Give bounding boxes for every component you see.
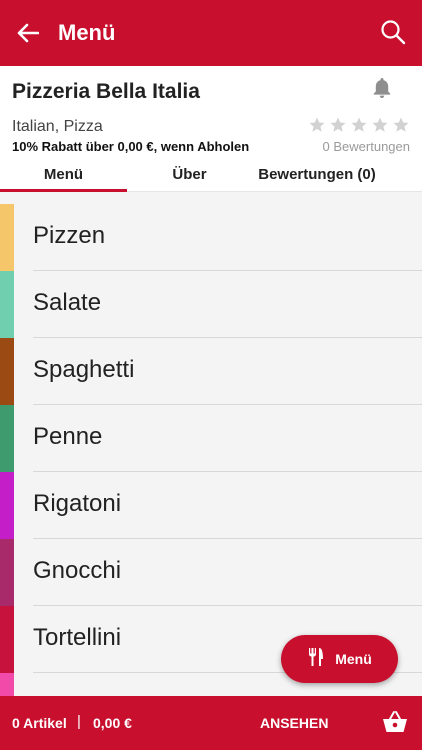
category-item[interactable]: Spaghetti: [0, 338, 422, 405]
discount-text: 10% Rabatt über 0,00 €, wenn Abholen: [12, 139, 250, 154]
tab-reviews[interactable]: Bewertungen (0): [252, 156, 382, 192]
category-color-bar: [0, 539, 14, 606]
category-label: Spaghetti: [33, 356, 135, 383]
tab-menu[interactable]: Menü: [0, 156, 127, 192]
category-color-bar: [0, 271, 14, 338]
basket-icon[interactable]: [382, 710, 408, 734]
cart-bar[interactable]: 0 Artikel | 0,00 € ANSEHEN: [0, 696, 422, 750]
category-label: Salate: [33, 289, 102, 316]
cart-total: 0,00 €: [93, 715, 132, 731]
top-app-bar: Menü: [0, 0, 422, 66]
category-color-bar: [0, 472, 14, 539]
bell-icon[interactable]: [370, 76, 394, 100]
category-item[interactable]: Rigatoni: [0, 472, 422, 539]
category-label: Gnocchi: [33, 557, 122, 584]
star-icon: [329, 116, 347, 134]
tab-bar: Menü Über Bewertungen (0): [0, 156, 422, 192]
restaurant-info: Pizzeria Bella Italia Italian, Pizza 10%…: [0, 66, 422, 156]
category-item[interactable]: Penne: [0, 405, 422, 472]
cart-item-count: 0 Artikel: [12, 715, 67, 731]
cuisine-text: Italian, Pizza: [12, 118, 103, 135]
category-color-bar: [0, 606, 14, 673]
category-label: Tortellini: [33, 624, 122, 651]
star-icon: [371, 116, 389, 134]
page-title: Menü: [58, 20, 116, 45]
rating-stars: [308, 116, 410, 134]
category-label: Rigatoni: [33, 490, 122, 517]
restaurant-name: Pizzeria Bella Italia: [12, 80, 200, 103]
category-item[interactable]: Salate: [0, 271, 422, 338]
back-arrow-icon[interactable]: [16, 21, 40, 45]
category-color-bar: [0, 338, 14, 405]
active-tab-indicator: [0, 189, 127, 192]
search-icon[interactable]: [380, 19, 406, 45]
category-color-bar: [0, 405, 14, 472]
cart-divider: |: [77, 713, 81, 730]
category-label: Pizzen: [33, 222, 106, 249]
category-item[interactable]: Gnocchi: [0, 539, 422, 606]
category-item[interactable]: Pizzen: [0, 204, 422, 271]
menu-fab-button[interactable]: Menü: [281, 635, 398, 683]
star-icon: [308, 116, 326, 134]
category-list: Pizzen Salate Spaghetti Penne Rigatoni Gnocch…: [0, 204, 422, 696]
category-color-bar: [0, 673, 14, 696]
category-color-bar: [0, 204, 14, 271]
view-cart-button[interactable]: ANSEHEN: [260, 715, 328, 731]
tab-about[interactable]: Über: [127, 156, 252, 192]
star-icon: [350, 116, 368, 134]
fork-knife-icon: [307, 647, 325, 672]
ratings-count: 0 Bewertungen: [322, 139, 410, 154]
category-label: Penne: [33, 423, 103, 450]
star-icon: [392, 116, 410, 134]
fab-label: Menü: [335, 651, 372, 667]
